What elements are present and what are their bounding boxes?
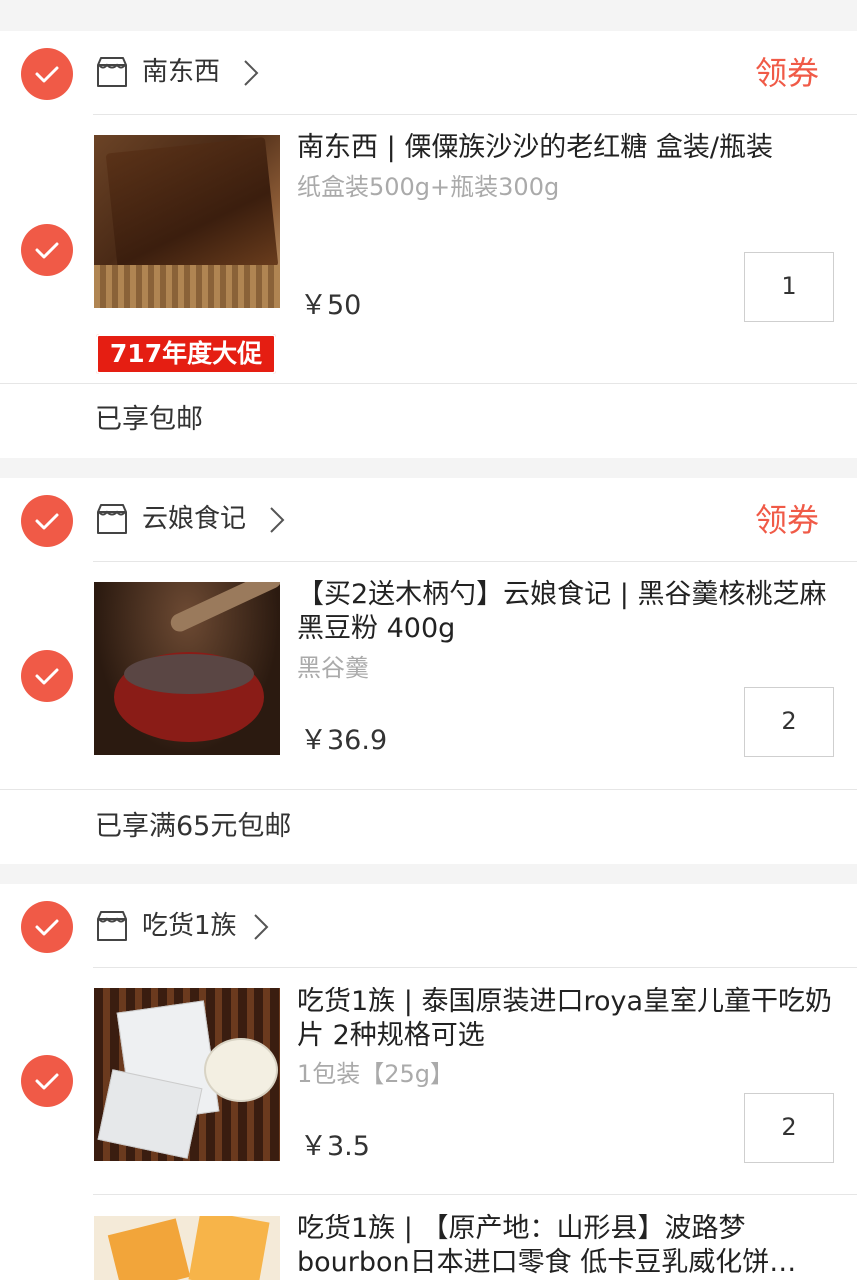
product-variant[interactable]: 黑谷羹 [297,653,369,683]
product-price: ￥3.5 [300,1131,370,1162]
brown-sugar-block [105,136,279,284]
check-icon [35,513,59,530]
store-icon [97,504,127,534]
quantity-input[interactable]: 2 [744,1093,834,1163]
chevron-right-icon[interactable] [268,505,286,535]
get-coupon-button[interactable]: 领券 [755,55,819,91]
check-icon [35,242,59,259]
divider [0,383,857,384]
divider [93,114,857,115]
divider [93,967,857,968]
product-image[interactable] [94,135,280,308]
item-select-checkbox[interactable] [21,224,73,276]
item-select-checkbox[interactable] [21,1055,73,1107]
product-price: ￥36.9 [300,725,388,756]
milk-tablets-plate [204,1038,278,1102]
check-icon [35,919,59,936]
product-title[interactable]: 吃货1族 | 泰国原装进口roya皇室儿童干吃奶片 2种规格可选 [297,985,842,1053]
shop-select-checkbox[interactable] [21,495,73,547]
divider [93,1194,857,1195]
shop-select-checkbox[interactable] [21,48,73,100]
divider [0,789,857,790]
wafer-pack [188,1216,270,1280]
quantity-input[interactable]: 1 [744,252,834,322]
product-title[interactable]: 【买2送木柄勺】云娘食记 | 黑谷羹核桃芝麻黑豆粉 400g [297,578,842,646]
shipping-note: 已享包邮 [95,404,203,435]
shop-select-checkbox[interactable] [21,901,73,953]
spoon [167,582,280,635]
product-image[interactable] [94,988,280,1161]
powder-soup [124,654,254,694]
wicker-basket [94,265,280,308]
shop-name[interactable]: 吃货1族 [142,911,237,941]
product-variant[interactable]: 纸盒装500g+瓶装300g [297,172,559,202]
product-price: ￥50 [300,290,362,321]
wafer-pack [107,1218,191,1280]
get-coupon-button[interactable]: 领券 [755,502,819,538]
store-icon [97,57,127,87]
chevron-right-icon[interactable] [252,912,270,942]
product-image[interactable] [94,582,280,755]
product-image[interactable] [94,1216,280,1280]
product-title[interactable]: 南东西 | 傈僳族沙沙的老红糖 盒装/瓶装 [297,131,842,167]
shop-name[interactable]: 云娘食记 [142,504,246,534]
check-icon [35,668,59,685]
store-icon [97,911,127,941]
divider [93,561,857,562]
check-icon [35,1073,59,1090]
product-variant[interactable]: 1包装【25g】 [297,1059,454,1089]
chevron-right-icon[interactable] [242,58,260,88]
product-title[interactable]: 吃货1族 | 【原产地：山形县】波路梦bourbon日本进口零食 低卡豆乳威化饼… [297,1212,842,1280]
promo-badge: 717年度大促 [96,334,276,374]
check-icon [35,66,59,83]
shipping-note: 已享满65元包邮 [95,811,292,842]
quantity-input[interactable]: 2 [744,687,834,757]
shop-name[interactable]: 南东西 [142,57,220,87]
item-select-checkbox[interactable] [21,650,73,702]
